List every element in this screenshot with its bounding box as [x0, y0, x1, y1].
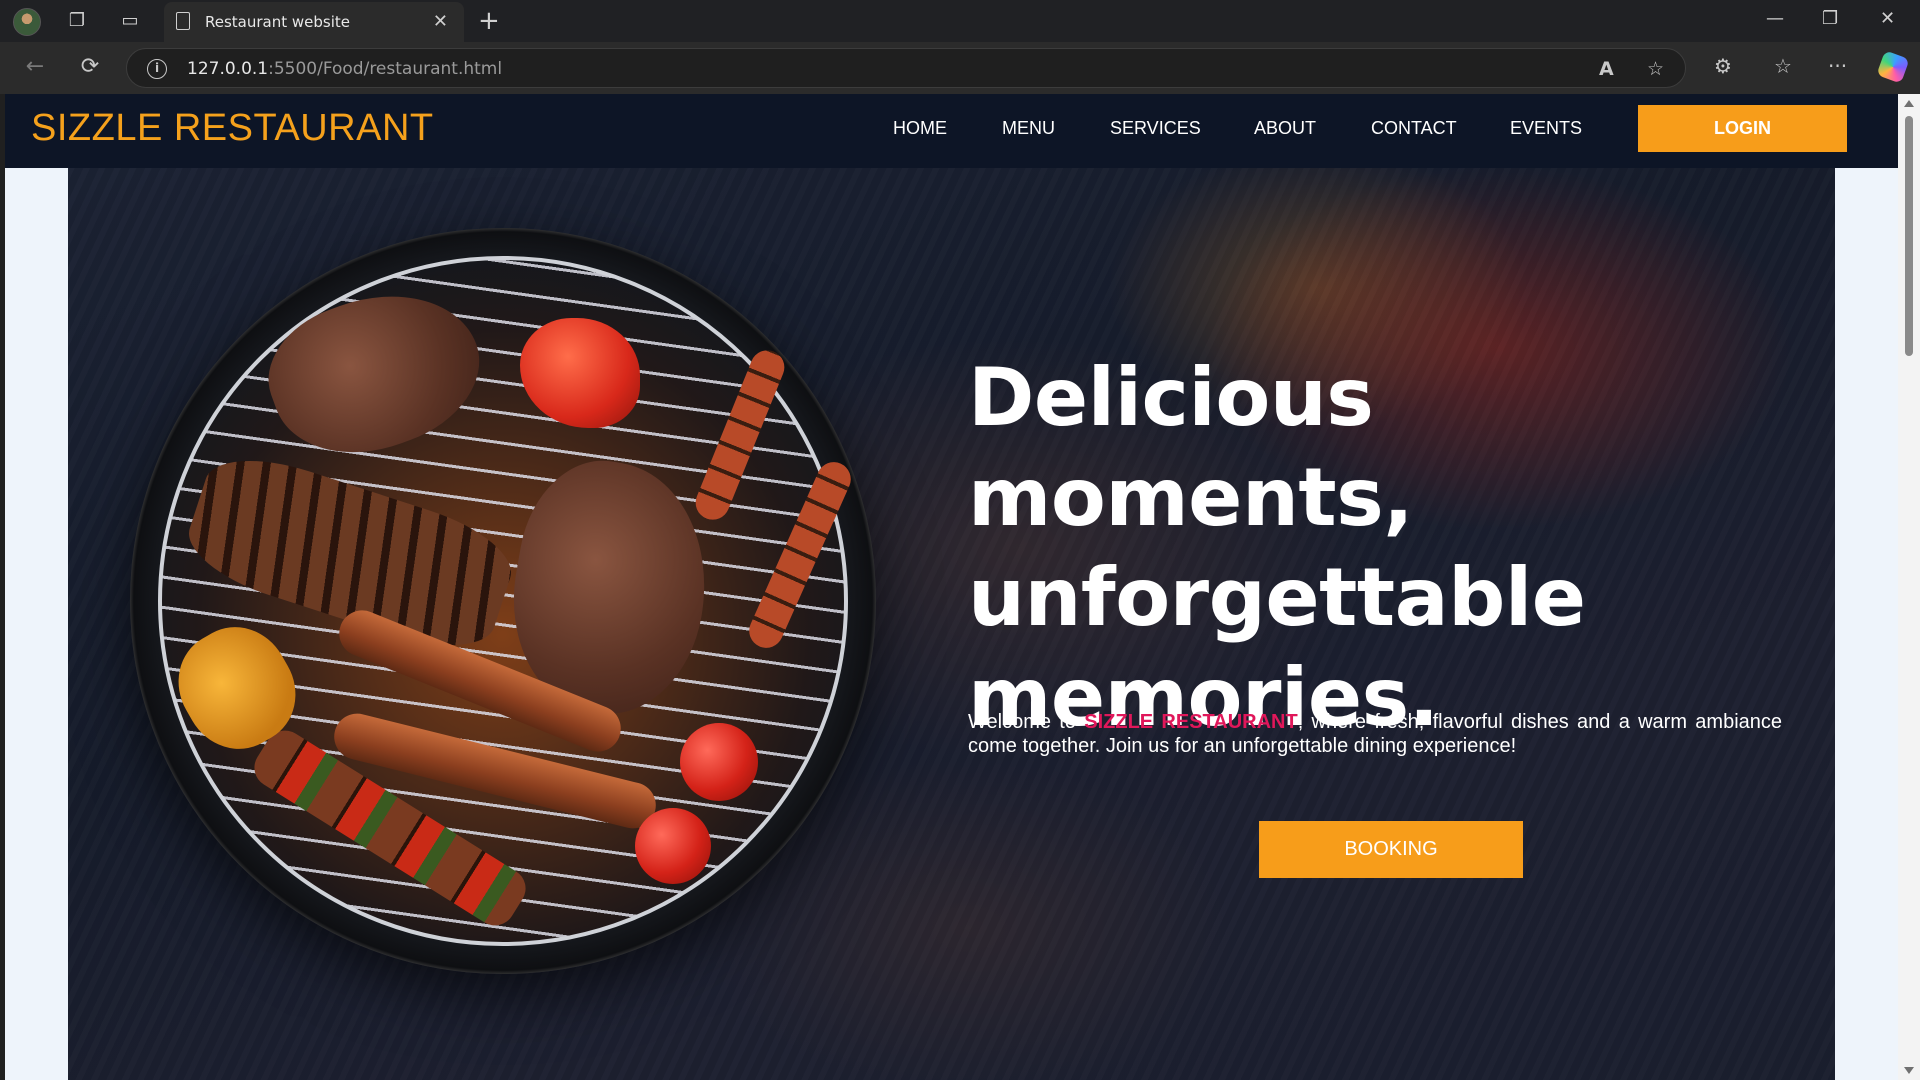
scroll-down-icon[interactable] — [1904, 1067, 1914, 1074]
favorites-icon[interactable]: ☆ — [1774, 54, 1792, 78]
minimize-icon[interactable]: — — [1766, 8, 1784, 29]
nav-about[interactable]: ABOUT — [1254, 118, 1316, 139]
page-viewport: SIZZLE RESTAURANT HOME MENU SERVICES ABO… — [5, 94, 1898, 1080]
address-bar-row: ← ⟳ i 127.0.0.1:5500/Food/restaurant.htm… — [0, 42, 1920, 94]
headline-line-2: unforgettable — [968, 551, 1586, 644]
page-scrollbar[interactable] — [1898, 94, 1920, 1080]
hero-section: Delicious moments, unforgettable memorie… — [68, 168, 1835, 1080]
window-close-icon[interactable]: ✕ — [1880, 8, 1895, 29]
intro-text-start: Welcome to — [968, 711, 1085, 733]
url-host: 127.0.0.1 — [187, 59, 269, 79]
site-navbar: SIZZLE RESTAURANT HOME MENU SERVICES ABO… — [5, 94, 1898, 168]
more-options-icon[interactable]: ··· — [1828, 54, 1847, 78]
grill-image — [130, 228, 876, 974]
workspaces-icon[interactable]: ❐ — [66, 10, 88, 32]
new-tab-button[interactable]: + — [478, 6, 500, 36]
nav-events[interactable]: EVENTS — [1510, 118, 1582, 139]
nav-services[interactable]: SERVICES — [1110, 118, 1201, 139]
hero-intro-text: Welcome to SIZZLE RESTAURANT, where fres… — [968, 710, 1782, 758]
restore-icon[interactable]: ❐ — [1822, 8, 1838, 29]
tomato-image — [680, 723, 758, 801]
headline-line-1: Delicious moments, — [968, 351, 1414, 544]
back-icon[interactable]: ← — [22, 54, 48, 80]
hero-headline: Delicious moments, unforgettable memorie… — [968, 348, 1728, 748]
read-aloud-icon[interactable]: A — [1599, 58, 1614, 80]
tab-actions-icon[interactable]: ▭ — [119, 10, 141, 32]
tab-close-icon[interactable]: ✕ — [433, 11, 448, 32]
url-text: 127.0.0.1:5500/Food/restaurant.html — [187, 59, 502, 79]
nav-home[interactable]: HOME — [893, 118, 947, 139]
page-icon — [176, 12, 190, 30]
intro-brand-highlight: SIZZLE RESTAURANT — [1084, 711, 1298, 733]
site-info-icon[interactable]: i — [147, 59, 167, 79]
favorite-star-icon[interactable]: ☆ — [1647, 58, 1664, 80]
scroll-thumb[interactable] — [1905, 116, 1913, 356]
browser-title-bar: ❐ ▭ Restaurant website ✕ + — ❐ ✕ — [0, 0, 1920, 42]
tomato-image — [635, 808, 711, 884]
url-input[interactable]: i 127.0.0.1:5500/Food/restaurant.html A … — [126, 48, 1686, 88]
grill-grate — [158, 256, 848, 946]
scroll-up-icon[interactable] — [1904, 100, 1914, 107]
url-path: :5500/Food/restaurant.html — [268, 59, 503, 79]
nav-menu[interactable]: MENU — [1002, 118, 1055, 139]
extensions-icon[interactable]: ⚙ — [1714, 54, 1732, 78]
nav-contact[interactable]: CONTACT — [1371, 118, 1457, 139]
browser-tab[interactable]: Restaurant website ✕ — [164, 2, 464, 42]
tab-title: Restaurant website — [205, 13, 350, 31]
profile-avatar[interactable] — [13, 8, 41, 36]
booking-button[interactable]: BOOKING — [1259, 821, 1523, 878]
login-button[interactable]: LOGIN — [1638, 105, 1847, 152]
site-brand[interactable]: SIZZLE RESTAURANT — [31, 107, 434, 150]
refresh-icon[interactable]: ⟳ — [77, 54, 103, 80]
